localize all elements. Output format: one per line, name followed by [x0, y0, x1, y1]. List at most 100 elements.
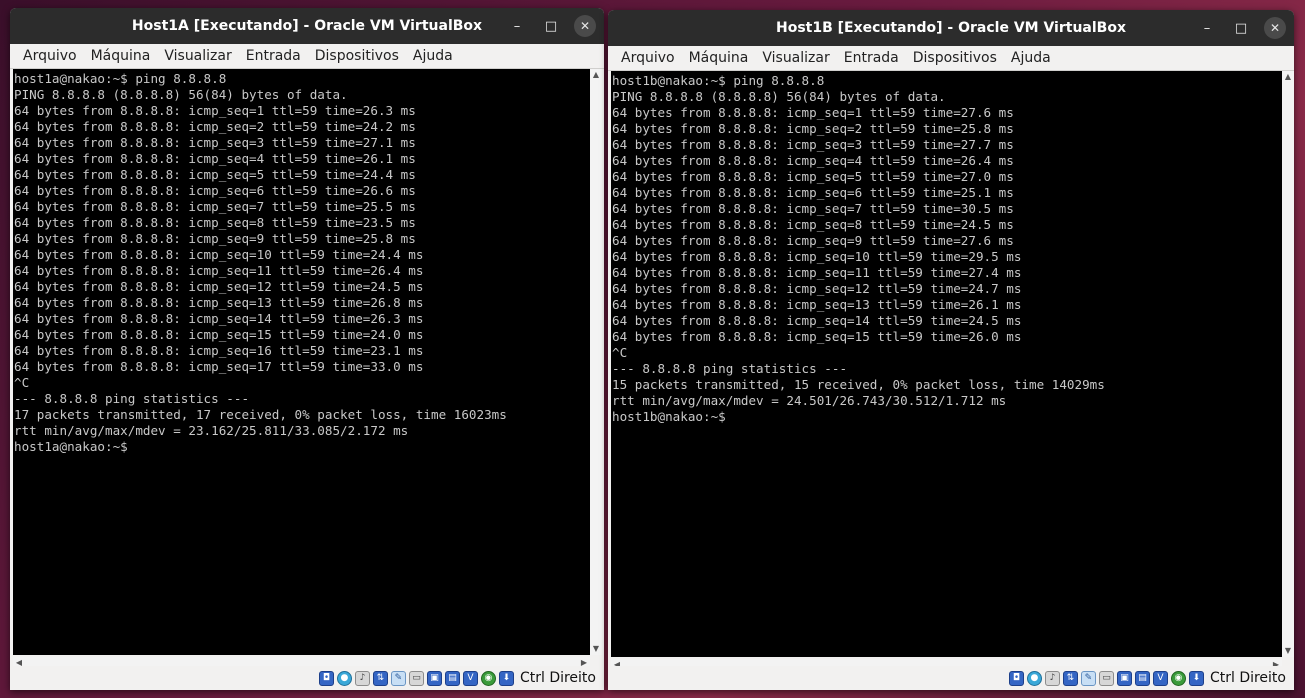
terminal-line: 64 bytes from 8.8.8.8: icmp_seq=4 ttl=59…: [612, 153, 1014, 168]
usb-icon[interactable]: ✎: [1080, 670, 1096, 686]
terminal-screen[interactable]: host1a@nakao:~$ ping 8.8.8.8 PING 8.8.8.8…: [13, 69, 590, 655]
display-icon[interactable]: ▣: [1116, 670, 1132, 686]
terminal-line: PING 8.8.8.8 (8.8.8.8) 56(84) bytes of d…: [612, 89, 946, 104]
video-capture-icon[interactable]: ▤: [1134, 670, 1150, 686]
minimize-button[interactable]: –: [1196, 17, 1218, 39]
terminal-line: host1a@nakao:~$: [14, 439, 128, 454]
optical-drive-icon[interactable]: ●: [336, 670, 352, 686]
terminal-line: 64 bytes from 8.8.8.8: icmp_seq=7 ttl=59…: [14, 199, 416, 214]
terminal-line: 64 bytes from 8.8.8.8: icmp_seq=12 ttl=5…: [14, 279, 424, 294]
menu-visualizar[interactable]: Visualizar: [755, 46, 836, 70]
optical-drive-icon[interactable]: ●: [1026, 670, 1042, 686]
menu-entrada[interactable]: Entrada: [239, 44, 308, 68]
terminal-line: 17 packets transmitted, 17 received, 0% …: [14, 407, 507, 422]
vertical-scrollbar[interactable]: ▲ ▼: [1282, 71, 1294, 657]
close-button[interactable]: ✕: [574, 15, 596, 37]
window-title: Host1B [Executando] - Oracle VM VirtualB…: [776, 20, 1126, 36]
terminal-line: host1b@nakao:~$ ping 8.8.8.8: [612, 73, 825, 88]
menu-dispositivos[interactable]: Dispositivos: [906, 46, 1004, 70]
terminal-line: 64 bytes from 8.8.8.8: icmp_seq=9 ttl=59…: [612, 233, 1014, 248]
host-key-label: Ctrl Direito: [1209, 670, 1286, 686]
terminal-line: 64 bytes from 8.8.8.8: icmp_seq=1 ttl=59…: [612, 105, 1014, 120]
terminal-line: 64 bytes from 8.8.8.8: icmp_seq=14 ttl=5…: [14, 311, 424, 326]
terminal-line: 64 bytes from 8.8.8.8: icmp_seq=15 ttl=5…: [612, 329, 1022, 344]
keyboard-capture-icon[interactable]: ⬇: [1188, 670, 1204, 686]
terminal-line: 64 bytes from 8.8.8.8: icmp_seq=1 ttl=59…: [14, 103, 416, 118]
terminal-line: 64 bytes from 8.8.8.8: icmp_seq=5 ttl=59…: [14, 167, 416, 182]
shared-folders-icon[interactable]: ▭: [408, 670, 424, 686]
terminal-line: host1b@nakao:~$: [612, 409, 726, 424]
terminal-line: 64 bytes from 8.8.8.8: icmp_seq=17 ttl=5…: [14, 359, 424, 374]
terminal-line: ^C: [612, 345, 628, 360]
terminal-line: 64 bytes from 8.8.8.8: icmp_seq=9 ttl=59…: [14, 231, 416, 246]
menu-entrada[interactable]: Entrada: [837, 46, 906, 70]
terminal-line: 64 bytes from 8.8.8.8: icmp_seq=6 ttl=59…: [14, 183, 416, 198]
titlebar[interactable]: Host1B [Executando] - Oracle VM VirtualB…: [608, 10, 1294, 46]
terminal-line: 64 bytes from 8.8.8.8: icmp_seq=12 ttl=5…: [612, 281, 1022, 296]
usb-icon[interactable]: ✎: [390, 670, 406, 686]
vm-window-host1b: Host1B [Executando] - Oracle VM VirtualB…: [608, 10, 1294, 690]
scroll-down-arrow-icon[interactable]: ▼: [590, 643, 602, 655]
mouse-integration-icon[interactable]: ◉: [480, 670, 496, 686]
terminal-line: 64 bytes from 8.8.8.8: icmp_seq=3 ttl=59…: [612, 137, 1014, 152]
terminal-line: --- 8.8.8.8 ping statistics ---: [14, 391, 250, 406]
hard-disk-icon[interactable]: ◘: [1008, 670, 1024, 686]
hard-disk-icon[interactable]: ◘: [318, 670, 334, 686]
terminal-line: 64 bytes from 8.8.8.8: icmp_seq=2 ttl=59…: [14, 119, 416, 134]
terminal-line: 64 bytes from 8.8.8.8: icmp_seq=14 ttl=5…: [612, 313, 1022, 328]
video-capture-icon[interactable]: ▤: [444, 670, 460, 686]
audio-icon[interactable]: ♪: [1044, 670, 1060, 686]
menu-arquivo[interactable]: Arquivo: [614, 46, 682, 70]
vertical-scrollbar[interactable]: ▲ ▼: [590, 69, 602, 655]
mouse-integration-icon[interactable]: ◉: [1170, 670, 1186, 686]
audio-icon[interactable]: ♪: [354, 670, 370, 686]
menu-ajuda[interactable]: Ajuda: [406, 44, 460, 68]
scroll-up-arrow-icon[interactable]: ▲: [590, 69, 602, 81]
terminal-line: 64 bytes from 8.8.8.8: icmp_seq=6 ttl=59…: [612, 185, 1014, 200]
menu-arquivo[interactable]: Arquivo: [16, 44, 84, 68]
status-bar: ◘ ● ♪ ⇅ ✎ ▭ ▣ ▤ V ◉ ⬇ Ctrl Direito: [608, 666, 1294, 690]
terminal-line: rtt min/avg/max/mdev = 23.162/25.811/33.…: [14, 423, 409, 438]
terminal-line: 64 bytes from 8.8.8.8: icmp_seq=10 ttl=5…: [612, 249, 1022, 264]
menu-bar: Arquivo Máquina Visualizar Entrada Dispo…: [10, 44, 604, 69]
titlebar[interactable]: Host1A [Executando] - Oracle VM VirtualB…: [10, 8, 604, 44]
vm-window-host1a: Host1A [Executando] - Oracle VM VirtualB…: [10, 8, 604, 690]
terminal-line: 64 bytes from 8.8.8.8: icmp_seq=16 ttl=5…: [14, 343, 424, 358]
minimize-button[interactable]: –: [506, 15, 528, 37]
host-key-label: Ctrl Direito: [519, 670, 596, 686]
menu-maquina[interactable]: Máquina: [84, 44, 158, 68]
network-icon[interactable]: ⇅: [1062, 670, 1078, 686]
terminal-line: --- 8.8.8.8 ping statistics ---: [612, 361, 848, 376]
maximize-button[interactable]: □: [1230, 17, 1252, 39]
display-icon[interactable]: ▣: [426, 670, 442, 686]
scroll-up-arrow-icon[interactable]: ▲: [1282, 71, 1294, 83]
keyboard-capture-icon[interactable]: ⬇: [498, 670, 514, 686]
terminal-line: 64 bytes from 8.8.8.8: icmp_seq=8 ttl=59…: [14, 215, 416, 230]
terminal-screen[interactable]: host1b@nakao:~$ ping 8.8.8.8 PING 8.8.8.8…: [611, 71, 1282, 657]
terminal-line: 64 bytes from 8.8.8.8: icmp_seq=4 ttl=59…: [14, 151, 416, 166]
terminal-line: 64 bytes from 8.8.8.8: icmp_seq=2 ttl=59…: [612, 121, 1014, 136]
terminal-line: 64 bytes from 8.8.8.8: icmp_seq=10 ttl=5…: [14, 247, 424, 262]
terminal-line: 64 bytes from 8.8.8.8: icmp_seq=5 ttl=59…: [612, 169, 1014, 184]
shared-folders-icon[interactable]: ▭: [1098, 670, 1114, 686]
terminal-line: PING 8.8.8.8 (8.8.8.8) 56(84) bytes of d…: [14, 87, 348, 102]
close-button[interactable]: ✕: [1264, 17, 1286, 39]
terminal-line: 64 bytes from 8.8.8.8: icmp_seq=7 ttl=59…: [612, 201, 1014, 216]
maximize-button[interactable]: □: [540, 15, 562, 37]
terminal-line: 64 bytes from 8.8.8.8: icmp_seq=13 ttl=5…: [14, 295, 424, 310]
terminal-line: host1a@nakao:~$ ping 8.8.8.8: [14, 71, 227, 86]
terminal-line: 64 bytes from 8.8.8.8: icmp_seq=11 ttl=5…: [14, 263, 424, 278]
terminal-line: 64 bytes from 8.8.8.8: icmp_seq=3 ttl=59…: [14, 135, 416, 150]
menu-visualizar[interactable]: Visualizar: [157, 44, 238, 68]
menu-dispositivos[interactable]: Dispositivos: [308, 44, 406, 68]
network-icon[interactable]: ⇅: [372, 670, 388, 686]
status-bar: ◘ ● ♪ ⇅ ✎ ▭ ▣ ▤ V ◉ ⬇ Ctrl Direito: [10, 666, 604, 690]
terminal-line: 64 bytes from 8.8.8.8: icmp_seq=8 ttl=59…: [612, 217, 1014, 232]
terminal-line: 64 bytes from 8.8.8.8: icmp_seq=15 ttl=5…: [14, 327, 424, 342]
menu-maquina[interactable]: Máquina: [682, 46, 756, 70]
terminal-line: 64 bytes from 8.8.8.8: icmp_seq=13 ttl=5…: [612, 297, 1022, 312]
menu-ajuda[interactable]: Ajuda: [1004, 46, 1058, 70]
cpu-icon[interactable]: V: [462, 670, 478, 686]
cpu-icon[interactable]: V: [1152, 670, 1168, 686]
scroll-down-arrow-icon[interactable]: ▼: [1282, 645, 1294, 657]
